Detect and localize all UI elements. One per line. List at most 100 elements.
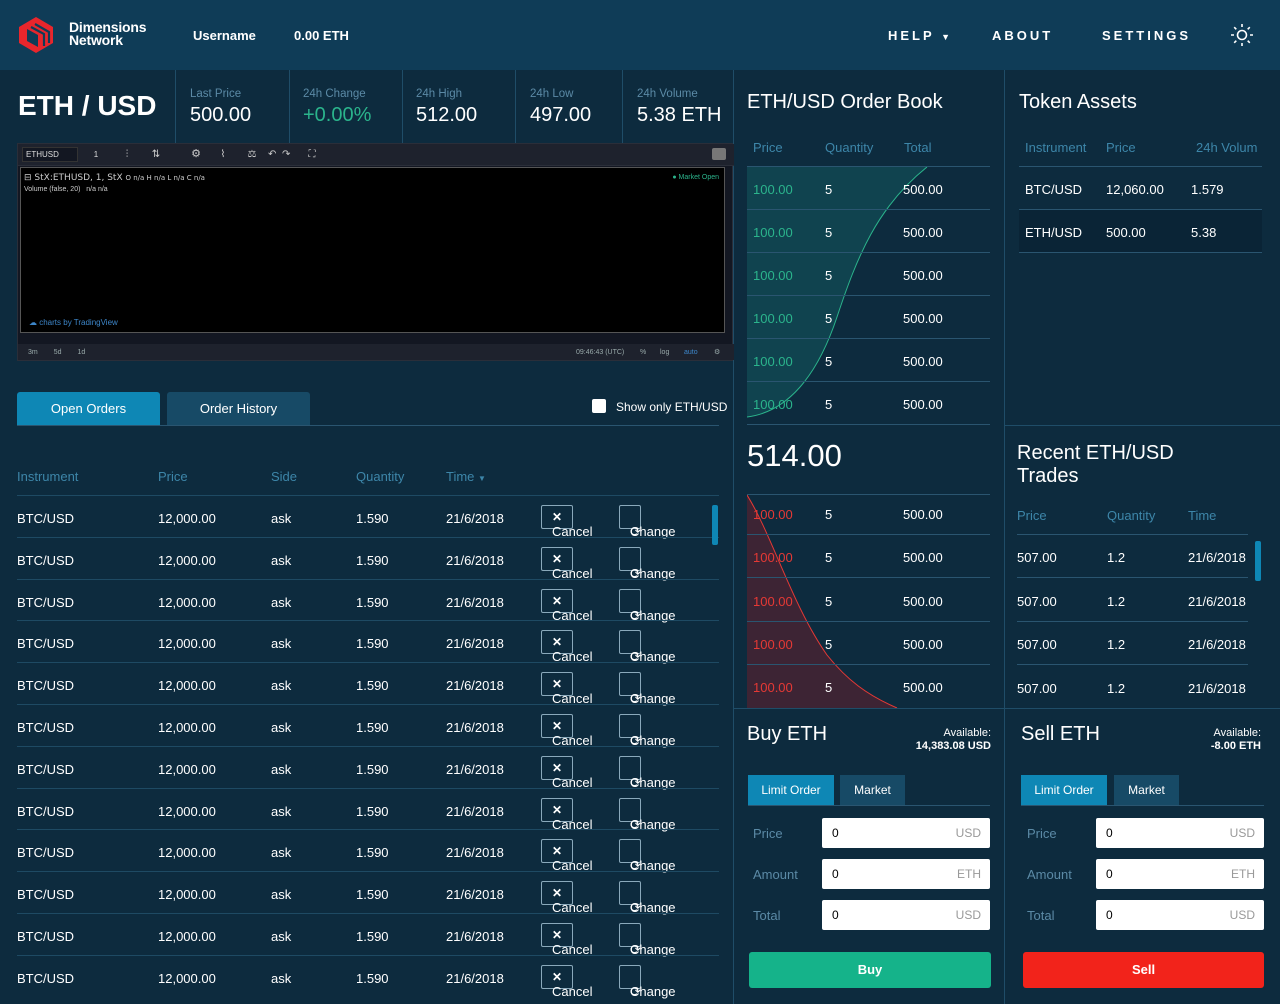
col-side[interactable]: Side	[271, 469, 297, 484]
range-3m[interactable]: 3m	[28, 349, 38, 356]
price-chart-widget[interactable]: ETHUSD 1 ⫶ ⇅ ⚙ ⌇ ⚖ ↶ ↷ ⛶ ⊟ StX:ETHUSD, 1…	[17, 143, 734, 361]
asset-price: 12,060.00	[1106, 182, 1164, 197]
compare-icon[interactable]: ⚖	[242, 147, 262, 162]
asset-instrument: ETH/USD	[1025, 225, 1083, 240]
change-order-button[interactable]: Change ⟳	[619, 881, 676, 915]
cancel-order-button[interactable]: Cancel ✕	[541, 588, 592, 623]
stat-value: 5.38 ETH	[637, 104, 722, 126]
bid-row[interactable]: 100.00 5 500.00	[747, 296, 990, 339]
log-toggle[interactable]: log	[660, 349, 669, 356]
stat-24h-low: 24h Low 497.00	[530, 88, 591, 127]
col-quantity[interactable]: Quantity	[356, 469, 404, 484]
trades-scrollbar[interactable]	[1255, 541, 1261, 581]
change-order-button[interactable]: Change ⟳	[619, 839, 676, 873]
stat-value: 512.00	[416, 104, 478, 126]
change-order-button[interactable]: Change ⟳	[619, 546, 676, 581]
theme-toggle-sun-icon[interactable]	[1230, 23, 1254, 47]
sell-button[interactable]: Sell	[1023, 952, 1264, 988]
ask-row[interactable]: 100.00 5 500.00	[747, 492, 990, 535]
cancel-order-button[interactable]: Cancel ✕	[541, 839, 592, 873]
camera-icon[interactable]	[712, 148, 726, 160]
chart-type-icon[interactable]: ⫶	[118, 147, 136, 162]
settings-gear-icon[interactable]: ⚙	[186, 147, 206, 162]
col-instrument[interactable]: Instrument	[17, 469, 78, 484]
change-order-button[interactable]: Change ⟳	[619, 923, 676, 957]
buy-price-input[interactable]: 0 USD	[822, 818, 990, 848]
cell-instrument: BTC/USD	[17, 552, 75, 568]
buy-tab-limit-order[interactable]: Limit Order	[748, 775, 834, 805]
cell-price: 12,000.00	[158, 511, 216, 526]
col-time[interactable]: Time ▼	[446, 469, 486, 484]
nav-settings[interactable]: SETTINGS	[1102, 28, 1191, 43]
range-5d[interactable]: 5d	[54, 349, 62, 356]
percent-toggle[interactable]: %	[640, 349, 646, 356]
change-order-button[interactable]: Change ⟳	[619, 505, 676, 539]
interval-selector[interactable]: 1	[82, 147, 110, 162]
sell-tab-market[interactable]: Market	[1114, 775, 1179, 805]
tradingview-credit[interactable]: ☁ charts by TradingView	[29, 318, 118, 327]
username[interactable]: Username	[193, 28, 256, 43]
stat-label: Last Price	[190, 88, 242, 100]
buy-total-input[interactable]: 0 USD	[822, 900, 990, 930]
trades-title-line1: Recent ETH/USD	[1017, 442, 1174, 464]
cancel-order-button[interactable]: Cancel ✕	[541, 923, 592, 957]
change-order-button[interactable]: Change ⟳	[619, 964, 676, 999]
sell-price-input[interactable]: 0 USD	[1096, 818, 1264, 848]
stat-label: 24h Change	[303, 88, 366, 100]
candles-icon[interactable]: ⇅	[146, 147, 166, 162]
tab-open-orders[interactable]: Open Orders	[17, 392, 160, 425]
cancel-order-button[interactable]: Cancel ✕	[541, 755, 592, 790]
cancel-order-button[interactable]: Cancel ✕	[541, 881, 592, 915]
col-price[interactable]: Price	[158, 469, 188, 484]
change-order-button[interactable]: Change ⟳	[619, 672, 676, 706]
tab-order-history[interactable]: Order History	[167, 392, 310, 425]
fullscreen-icon[interactable]: ⛶	[304, 147, 320, 162]
indicators-icon[interactable]: ⌇	[213, 147, 233, 162]
change-order-button[interactable]: Change ⟳	[619, 755, 676, 790]
bid-row[interactable]: 100.00 5 500.00	[747, 339, 990, 382]
bid-row[interactable]: 100.00 5 500.00	[747, 167, 990, 210]
change-order-button[interactable]: Change ⟳	[619, 588, 676, 623]
redo-icon[interactable]: ↷	[282, 147, 294, 162]
cancel-order-button[interactable]: Cancel ✕	[541, 546, 592, 581]
buy-tab-market[interactable]: Market	[840, 775, 905, 805]
change-order-button[interactable]: Change ⟳	[619, 714, 676, 748]
cancel-order-button[interactable]: Cancel ✕	[541, 797, 592, 832]
orders-scrollbar[interactable]	[712, 505, 718, 545]
ask-row[interactable]: 100.00 5 500.00	[747, 535, 990, 579]
asset-row[interactable]: ETH/USD 500.00 5.38	[1019, 210, 1262, 253]
bid-quantity: 5	[825, 225, 833, 240]
buy-amount-input[interactable]: 0 ETH	[822, 859, 990, 889]
ask-row[interactable]: 100.00 5 500.00	[747, 622, 990, 665]
sell-total-input[interactable]: 0 USD	[1096, 900, 1264, 930]
filter-eth-usd-checkbox[interactable]	[592, 399, 606, 413]
scale-settings-icon[interactable]: ⚙	[714, 348, 720, 356]
sell-amount-input[interactable]: 0 ETH	[1096, 859, 1264, 889]
cell-time: 21/6/2018	[446, 594, 504, 610]
auto-toggle[interactable]: auto	[684, 349, 698, 356]
nav-about[interactable]: ABOUT	[992, 28, 1053, 43]
symbol-search-input[interactable]: ETHUSD	[22, 147, 78, 162]
change-order-button[interactable]: Change ⟳	[619, 797, 676, 832]
ask-row[interactable]: 100.00 5 500.00	[747, 579, 990, 622]
cancel-order-button[interactable]: Cancel ✕	[541, 630, 592, 664]
change-order-button[interactable]: Change ⟳	[619, 630, 676, 664]
bid-row[interactable]: 100.00 5 500.00	[747, 253, 990, 296]
cancel-order-button[interactable]: Cancel ✕	[541, 714, 592, 748]
dimensions-logo-icon[interactable]	[18, 16, 54, 54]
cancel-order-button[interactable]: Cancel ✕	[541, 505, 592, 539]
cancel-order-button[interactable]: Cancel ✕	[541, 964, 592, 999]
asset-row[interactable]: BTC/USD 12,060.00 1.579	[1019, 167, 1262, 210]
nav-help[interactable]: HELP ▼	[888, 28, 950, 43]
undo-icon[interactable]: ↶	[268, 147, 280, 162]
bid-row[interactable]: 100.00 5 500.00	[747, 210, 990, 253]
range-1d[interactable]: 1d	[77, 349, 85, 356]
chart-canvas[interactable]: ⊟ StX:ETHUSD, 1, StX O n/a H n/a L n/a C…	[20, 167, 725, 333]
cell-instrument: BTC/USD	[17, 887, 75, 903]
collapse-icon[interactable]: ⊟	[24, 173, 32, 183]
buy-button[interactable]: Buy	[749, 952, 991, 988]
sell-tab-limit-order[interactable]: Limit Order	[1021, 775, 1107, 805]
bid-row[interactable]: 100.00 5 500.00	[747, 382, 990, 425]
ask-row[interactable]: 100.00 5 500.00	[747, 665, 990, 708]
cancel-order-button[interactable]: Cancel ✕	[541, 672, 592, 706]
